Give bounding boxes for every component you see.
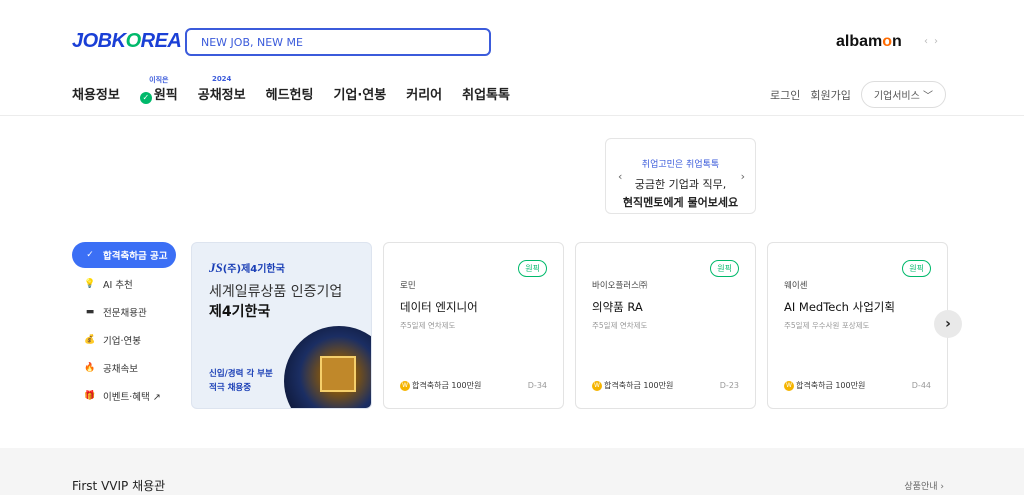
- sidebar-item-bonus-jobs[interactable]: ✓ 합격축하금 공고: [72, 242, 176, 268]
- gift-icon: 🎁: [84, 391, 96, 401]
- lightbulb-icon: 💡: [84, 279, 96, 289]
- monitor-icon: ▬: [85, 307, 95, 317]
- sidebar-item-events[interactable]: 🎁 이벤트·혜택 ↗: [72, 382, 176, 410]
- talk-promo-banner[interactable]: ‹ › 취업고민은 취업톡톡 궁금한 기업과 직무, 현직멘토에게 물어보세요: [605, 138, 756, 214]
- sidebar-item-company-salary[interactable]: 💰 기업·연봉: [72, 326, 176, 354]
- chevron-right-icon[interactable]: ›: [741, 170, 745, 183]
- business-service-button[interactable]: 기업서비스 ﹀: [860, 81, 946, 108]
- category-sidebar: ✓ 합격축하금 공고 💡 AI 추천 ▬ 전문채용관 💰 기업·연봉 🔥 공채속보 🎁 이벤…: [72, 242, 176, 410]
- chip-illustration: [284, 326, 371, 408]
- nav-jobs[interactable]: 채용정보: [72, 84, 120, 104]
- job-card[interactable]: 원픽 웨이센 AI MedTech 사업기획 주5일제 우수사원 포상제도 W합…: [767, 242, 948, 409]
- check-icon: ✓: [139, 92, 152, 104]
- bonus-info: W 합격축하금 100만원: [592, 380, 673, 391]
- company-logo: JS(주)제4기한국: [209, 260, 285, 275]
- site-header: JOBKOREA albamon ‹ › 채용정보 이직은✓원픽 2024공채정…: [0, 0, 1024, 116]
- vvip-section: First VVIP 채용관 상품안내 ›: [0, 448, 1024, 495]
- job-benefits: 주5일제 우수사원 포상제도: [784, 321, 870, 330]
- product-info-link[interactable]: 상품안내 ›: [904, 479, 944, 492]
- carousel-next-button[interactable]: ›: [934, 310, 962, 338]
- nav-career[interactable]: 커리어: [406, 84, 442, 104]
- chevron-left-icon[interactable]: ‹: [924, 36, 928, 47]
- bonus-info: W 합격축하금 100만원: [400, 380, 481, 391]
- deadline-dday: D-34: [527, 381, 547, 390]
- albamon-logo[interactable]: albamon: [836, 33, 902, 51]
- company-name: 로민: [400, 281, 416, 291]
- main-nav: 채용정보 이직은 ✓ 원픽 2024 공채정보 헤드헌팅 기업·연봉 커리어 취업톡톡: [72, 75, 530, 104]
- job-card[interactable]: 원픽 바이오플러스㈜ 의약품 RA 주5일제 연차제도 W 합격축하금 100만원…: [575, 242, 756, 409]
- nav-headhunting[interactable]: 헤드헌팅: [266, 84, 314, 104]
- company-ad-banner[interactable]: JS(주)제4기한국 세계일류상품 인증기업 제4기한국 신입/경력 각 부분 …: [191, 242, 372, 409]
- nav-company-salary[interactable]: 기업·연봉: [333, 84, 386, 104]
- job-benefits: 주5일제 연차제도: [400, 321, 456, 330]
- job-title: 데이터 엔지니어: [400, 300, 478, 314]
- nav-talk[interactable]: 취업톡톡: [462, 84, 510, 104]
- job-title: AI MedTech 사업기획: [784, 300, 895, 314]
- onepick-badge: 원픽: [518, 260, 547, 277]
- coin-icon: W: [592, 380, 602, 391]
- banner-hiring-text: 신입/경력 각 부분 적극 채용중: [209, 369, 273, 393]
- job-title: 의약품 RA: [592, 300, 643, 314]
- fire-icon: 🔥: [84, 363, 96, 373]
- chevron-right-icon[interactable]: ›: [934, 36, 938, 47]
- user-utilities: 로그인 회원가입 기업서비스 ﹀: [770, 81, 946, 108]
- promo-tagline: 취업고민은 취업톡톡: [641, 160, 720, 170]
- jobkorea-logo[interactable]: JOBKOREA: [72, 30, 182, 53]
- sidebar-item-recruit-news[interactable]: 🔥 공채속보: [72, 354, 176, 382]
- check-circle-icon: ✓: [86, 250, 94, 260]
- onepick-badge: 원픽: [710, 260, 739, 277]
- nav-public-recruit[interactable]: 2024 공채정보: [198, 75, 246, 104]
- coin-icon: W: [400, 380, 410, 391]
- deadline-dday: D-23: [719, 381, 739, 390]
- nav-onepick[interactable]: 이직은 ✓ 원픽: [139, 76, 178, 104]
- company-name: 웨이센: [784, 281, 808, 291]
- promo-text-bold: 현직멘토에게 물어보세요: [622, 196, 739, 209]
- section-title: First VVIP 채용관: [72, 479, 166, 493]
- brand-switcher: ‹ ›: [924, 36, 938, 47]
- nav-sup-label: 이직은: [149, 76, 169, 84]
- banner-headline: 세계일류상품 인증기업: [209, 284, 343, 300]
- sidebar-item-ai-recommend[interactable]: 💡 AI 추천: [72, 270, 176, 298]
- banner-company-name: 제4기한국: [209, 304, 271, 320]
- onepick-badge: 원픽: [902, 260, 931, 277]
- chevron-left-icon[interactable]: ‹: [618, 170, 622, 183]
- chevron-right-icon: ›: [945, 316, 951, 332]
- money-bag-icon: 💰: [84, 335, 96, 345]
- coin-icon: W: [784, 380, 794, 391]
- job-card[interactable]: 원픽 로민 데이터 엔지니어 주5일제 연차제도 W 합격축하금 100만원 D-…: [383, 242, 564, 409]
- sidebar-item-pro-recruit[interactable]: ▬ 전문채용관: [72, 298, 176, 326]
- promo-text: 궁금한 기업과 직무,: [634, 178, 727, 191]
- nav-sup-label: 2024: [211, 75, 232, 83]
- job-benefits: 주5일제 연차제도: [592, 321, 648, 330]
- company-name: 바이오플러스㈜: [592, 281, 648, 291]
- login-link[interactable]: 로그인: [770, 87, 800, 103]
- search-box[interactable]: [185, 28, 491, 56]
- bonus-info: W 합격축하금 100만원: [784, 380, 865, 391]
- signup-link[interactable]: 회원가입: [810, 87, 850, 103]
- deadline-dday: D-44: [911, 381, 931, 390]
- search-input[interactable]: [201, 35, 489, 49]
